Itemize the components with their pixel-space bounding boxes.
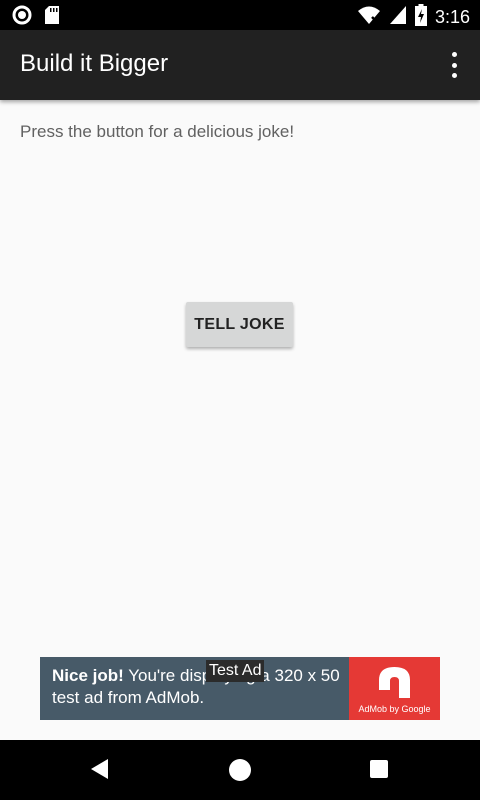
joke-prompt-text: Press the button for a delicious joke! xyxy=(20,122,295,141)
test-ad-badge: Test Ad xyxy=(206,660,265,682)
recents-icon[interactable] xyxy=(370,760,388,778)
back-icon[interactable] xyxy=(90,758,110,784)
ad-headline: Nice job! xyxy=(52,666,124,685)
notification-circle-icon xyxy=(12,5,32,29)
clock: 3:16 xyxy=(434,6,470,27)
app-title: Build it Bigger xyxy=(20,50,169,77)
navigation-bar xyxy=(0,740,480,800)
status-bar: 3:16 xyxy=(0,0,480,30)
admob-logo-text: AdMob by Google xyxy=(358,704,431,714)
admob-logo: AdMob by Google xyxy=(349,657,440,720)
more-vert-icon[interactable] xyxy=(444,52,464,78)
admob-icon xyxy=(379,667,410,698)
ad-text: Nice job! You're displaying a 320 x 50 t… xyxy=(52,665,352,709)
battery-charging-icon xyxy=(414,4,427,30)
tell-joke-button[interactable]: TELL JOKE xyxy=(186,302,293,347)
home-icon[interactable] xyxy=(229,759,251,781)
sd-card-icon xyxy=(44,5,60,29)
wifi-icon xyxy=(357,5,381,29)
cellular-signal-icon xyxy=(389,5,407,29)
app-bar: Build it Bigger xyxy=(0,30,480,100)
